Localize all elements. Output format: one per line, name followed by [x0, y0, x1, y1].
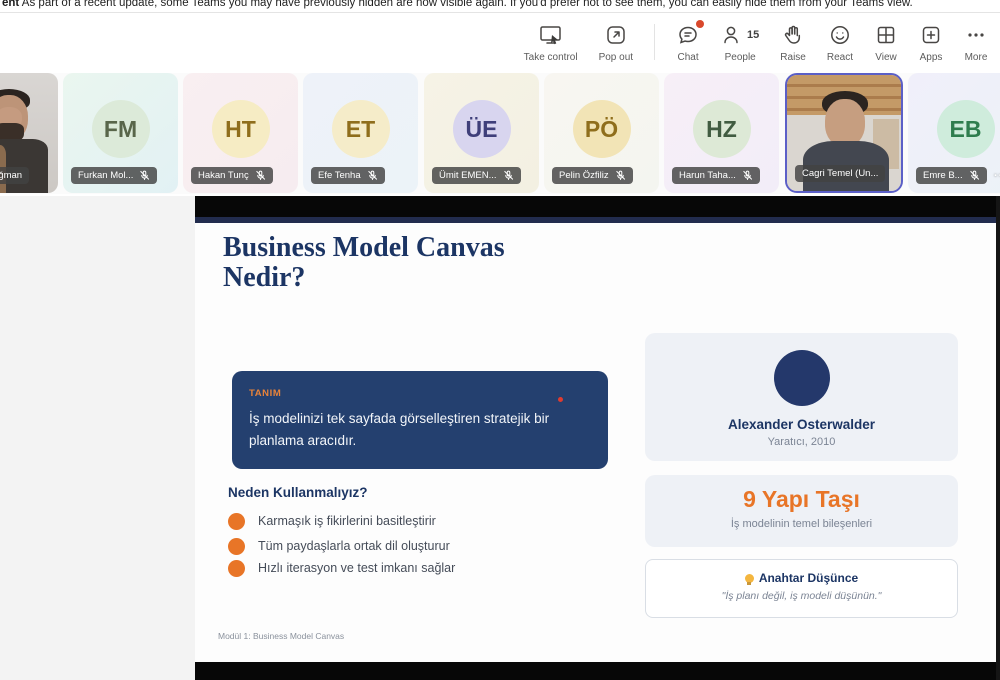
participant-name-label: Pelin Özfiliz — [552, 167, 633, 184]
apps-button[interactable]: Apps — [919, 22, 943, 63]
banner-message: As part of a recent update, some Teams y… — [19, 0, 913, 9]
mic-off-icon — [255, 170, 266, 181]
participant-name-label: Efe Tenha — [311, 167, 385, 184]
participant-strip: ağman FM Furkan Mol... HT Hakan Tunç ET … — [0, 73, 1000, 194]
bullet-item: Karmaşık iş fikirlerini basitleştirir — [228, 512, 436, 530]
red-dot — [558, 397, 563, 402]
definition-label: TANIM — [249, 388, 591, 399]
key-idea-quote: "İş planı değil, iş modeli düşünün." — [722, 590, 882, 602]
mic-off-icon — [503, 170, 514, 181]
bullet-icon — [228, 560, 245, 577]
key-idea-card: Anahtar Düşünce "İş planı değil, iş mode… — [645, 559, 958, 618]
avatar: ET — [332, 100, 390, 158]
participant-name-label: Cagri Temel (Un... — [795, 165, 885, 182]
participant-tile-et[interactable]: ET Efe Tenha — [303, 73, 418, 193]
mic-off-icon — [969, 170, 980, 181]
people-icon: 15 — [721, 22, 759, 48]
participant-tile-po[interactable]: PÖ Pelin Özfiliz — [544, 73, 659, 193]
toolbar-divider — [654, 24, 655, 60]
mic-off-icon — [742, 170, 753, 181]
teams-notice-banner: ent As part of a recent update, some Tea… — [0, 0, 1000, 13]
more-label: More — [965, 52, 988, 63]
raise-hand-label: Raise — [780, 52, 806, 63]
people-button[interactable]: 15 People — [721, 22, 759, 63]
participant-tile-ue[interactable]: ÜE Ümit EMEN... — [424, 73, 539, 193]
participant-name-label: Ümit EMEN... — [432, 167, 521, 184]
creator-card: Alexander Osterwalder Yaratıcı, 2010 — [645, 333, 958, 461]
creator-subtitle: Yaratıcı, 2010 — [768, 436, 836, 448]
react-button[interactable]: React — [827, 22, 853, 63]
creator-photo-placeholder — [774, 350, 830, 406]
slide-footer: Modül 1: Business Model Canvas — [218, 631, 344, 641]
more-button[interactable]: More — [964, 22, 988, 63]
more-icon — [964, 22, 988, 48]
raise-hand-button[interactable]: Raise — [780, 22, 806, 63]
mic-off-icon — [139, 170, 150, 181]
view-button[interactable]: View — [874, 22, 898, 63]
react-icon — [828, 22, 852, 48]
people-count: 15 — [747, 29, 759, 41]
pop-out-icon — [604, 22, 628, 48]
apps-icon — [919, 22, 943, 48]
avatar: ÜE — [453, 100, 511, 158]
meeting-toolbar: Take control Pop out Chat 15 — [0, 13, 1000, 71]
pop-out-button[interactable]: Pop out — [599, 22, 633, 63]
tile-more-dots[interactable]: ·· — [994, 170, 1000, 182]
participant-name-label: Hakan Tunç — [191, 167, 273, 184]
shared-screen-edge — [996, 196, 1000, 680]
participant-tile-fm[interactable]: FM Furkan Mol... — [63, 73, 178, 193]
participant-tile-eb[interactable]: EB Emre B... ·· — [908, 73, 1000, 193]
shared-screen-letterbox-top — [195, 196, 1000, 217]
slide-title: Business Model Canvas Nedir? — [223, 233, 505, 293]
participant-name-label: Harun Taha... — [672, 167, 760, 184]
bullet-item: Hızlı iterasyon ve test imkanı sağlar — [228, 559, 455, 577]
bullet-icon — [228, 513, 245, 530]
view-label: View — [875, 52, 897, 63]
chat-button[interactable]: Chat — [676, 22, 700, 63]
avatar: HT — [212, 100, 270, 158]
react-label: React — [827, 52, 853, 63]
participant-name-label: Furkan Mol... — [71, 167, 157, 184]
chat-notification-dot — [696, 20, 704, 28]
banner-text: ent As part of a recent update, some Tea… — [2, 0, 913, 9]
raise-hand-icon — [781, 22, 805, 48]
take-control-button[interactable]: Take control — [524, 22, 578, 63]
avatar: PÖ — [573, 100, 631, 158]
mic-off-icon — [615, 170, 626, 181]
people-label: People — [725, 52, 756, 63]
building-blocks-card: 9 Yapı Taşı İş modelinin temel bileşenle… — [645, 475, 958, 547]
avatar: HZ — [693, 100, 751, 158]
shared-presentation-slide: Business Model Canvas Nedir? TANIM İş mo… — [195, 223, 996, 662]
pop-out-label: Pop out — [599, 52, 633, 63]
take-control-icon — [538, 22, 564, 48]
key-idea-title: Anahtar Düşünce — [759, 571, 858, 585]
building-blocks-subtitle: İş modelinin temel bileşenleri — [731, 518, 872, 530]
creator-name: Alexander Osterwalder — [728, 417, 875, 432]
apps-label: Apps — [920, 52, 943, 63]
definition-text: İş modelinizi tek sayfada görselleştiren… — [249, 408, 585, 452]
participant-tile-video[interactable]: ağman — [0, 73, 58, 193]
shared-screen-letterbox-bottom — [195, 662, 1000, 680]
bullet-icon — [228, 538, 245, 555]
why-use-heading: Neden Kullanmalıyız? — [228, 485, 368, 500]
mic-off-icon — [367, 170, 378, 181]
take-control-label: Take control — [524, 52, 578, 63]
participant-name-label: Emre B... — [916, 167, 987, 184]
chat-icon — [676, 22, 700, 48]
banner-bold-prefix: ent — [2, 0, 19, 9]
lightbulb-icon — [745, 574, 754, 583]
participant-tile-hz[interactable]: HZ Harun Taha... — [664, 73, 779, 193]
avatar: EB — [937, 100, 995, 158]
bullet-item: Tüm paydaşlarla ortak dil oluşturur — [228, 537, 450, 555]
participant-tile-ht[interactable]: HT Hakan Tunç — [183, 73, 298, 193]
participant-name-label: ağman — [0, 167, 29, 184]
building-blocks-title: 9 Yapı Taşı — [743, 486, 860, 513]
stage-background — [0, 196, 195, 680]
avatar: FM — [92, 100, 150, 158]
view-icon — [874, 22, 898, 48]
participant-tile-cagri-active-speaker[interactable]: Cagri Temel (Un... — [785, 73, 903, 193]
definition-box: TANIM İş modelinizi tek sayfada görselle… — [232, 371, 608, 469]
chat-label: Chat — [677, 52, 698, 63]
